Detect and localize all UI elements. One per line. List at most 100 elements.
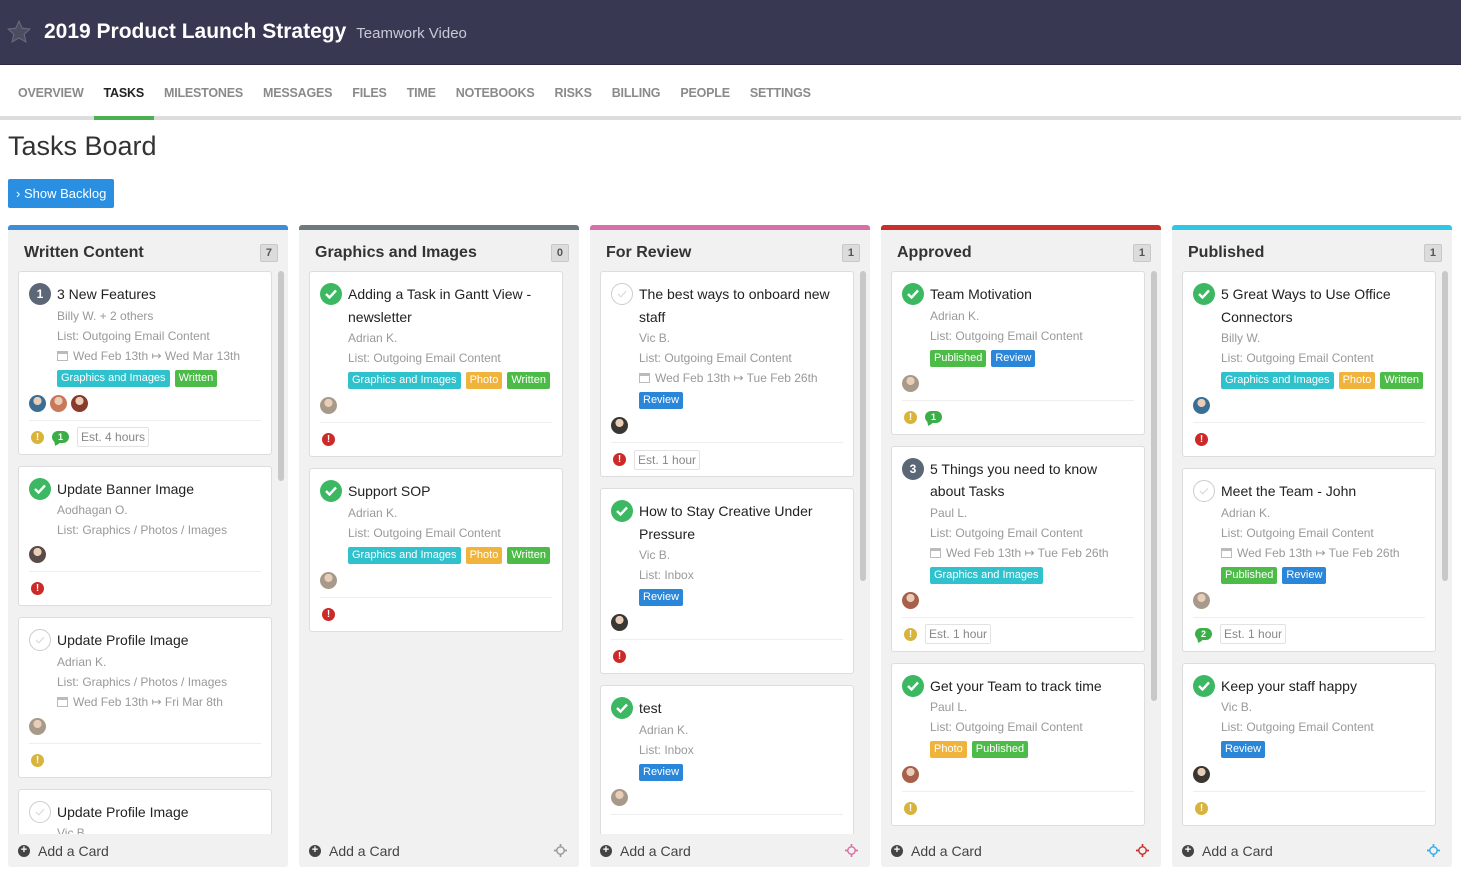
task-assignee[interactable]: Paul L. <box>930 503 1134 523</box>
column-scrollbar[interactable] <box>860 271 866 581</box>
avatar[interactable] <box>71 394 88 412</box>
tag-review[interactable]: Review <box>639 763 684 781</box>
tag-written[interactable]: Written <box>507 546 550 564</box>
company-name[interactable]: Teamwork Video <box>356 25 467 42</box>
task-title[interactable]: 3 New Features <box>57 283 261 306</box>
task-card[interactable]: test Adrian K. List: Inbox Review <box>600 685 854 834</box>
avatar[interactable] <box>611 417 628 434</box>
tag-written[interactable]: Written <box>1380 372 1423 389</box>
high-priority-icon[interactable]: ! <box>322 433 335 446</box>
drag-handle-icon[interactable] <box>554 844 567 857</box>
add-card-button[interactable]: Add a Card <box>38 843 109 859</box>
time-estimate[interactable]: Est. 1 hour <box>925 624 992 644</box>
task-card[interactable]: Adding a Task in Gantt View - newsletter… <box>309 271 563 457</box>
medium-priority-icon[interactable]: ! <box>904 410 917 424</box>
task-assignee[interactable]: Vic B. <box>1221 697 1425 717</box>
high-priority-icon[interactable]: ! <box>1195 433 1208 446</box>
task-complete-checkbox[interactable] <box>902 674 924 697</box>
task-title[interactable]: 5 Things you need to know about Tasks <box>930 458 1134 503</box>
task-title[interactable]: Get your Team to track time <box>930 675 1134 698</box>
task-assignee[interactable]: Vic B. <box>639 328 843 348</box>
tag-published[interactable]: Published <box>1221 566 1278 584</box>
column-scrollbar[interactable] <box>1151 271 1157 701</box>
task-checkbox[interactable] <box>29 629 51 651</box>
task-list-name[interactable]: List: Outgoing Email Content <box>930 523 1134 543</box>
task-assignee[interactable]: Adrian K. <box>639 720 843 740</box>
task-list-name[interactable]: List: Inbox <box>639 565 843 585</box>
avatar[interactable] <box>50 394 67 412</box>
task-list-name[interactable]: List: Outgoing Email Content <box>348 523 552 543</box>
tab-billing[interactable]: BILLING <box>602 86 671 116</box>
task-card[interactable]: Team Motivation Adrian K. List: Outgoing E… <box>891 271 1145 435</box>
tag-published[interactable]: Published <box>971 741 1029 758</box>
task-complete-checkbox[interactable] <box>1193 283 1215 305</box>
tag-graphics-and-images[interactable]: Graphics and Images <box>1221 372 1334 389</box>
avatar[interactable] <box>1193 591 1210 609</box>
tag-graphics-and-images[interactable]: Graphics and Images <box>348 372 461 389</box>
tag-review[interactable]: Review <box>1282 566 1327 584</box>
tag-photo[interactable]: Photo <box>465 546 503 564</box>
comment-icon[interactable]: 1 <box>925 411 942 423</box>
task-title[interactable]: How to Stay Creative Under Pressure <box>639 500 843 545</box>
task-list-name[interactable]: List: Graphics / Photos / Images <box>57 520 261 540</box>
tag-review[interactable]: Review <box>639 589 684 606</box>
task-card[interactable]: The best ways to onboard new staff Vic B.… <box>600 271 854 477</box>
time-estimate[interactable]: Est. 4 hours <box>77 427 150 447</box>
medium-priority-icon[interactable]: ! <box>904 802 917 815</box>
task-title[interactable]: Meet the Team - John <box>1221 480 1425 503</box>
task-card[interactable]: 5 Great Ways to Use Office Connectors Bil… <box>1182 271 1436 457</box>
task-card[interactable]: Keep your staff happy Vic B. List: Outgoin… <box>1182 662 1436 826</box>
task-complete-checkbox[interactable] <box>29 477 51 500</box>
column-scrollbar[interactable] <box>278 271 284 481</box>
task-checkbox[interactable] <box>1193 480 1215 502</box>
tag-review[interactable]: Review <box>1221 741 1266 758</box>
tag-written[interactable]: Written <box>174 369 218 387</box>
tag-written[interactable]: Written <box>507 372 550 389</box>
tag-review[interactable]: Review <box>991 349 1036 367</box>
high-priority-icon[interactable]: ! <box>613 453 626 466</box>
task-checkbox[interactable] <box>611 283 633 305</box>
task-list-name[interactable]: List: Outgoing Email Content <box>1221 717 1425 737</box>
show-backlog-button[interactable]: › Show Backlog <box>8 179 115 208</box>
avatar[interactable] <box>1193 766 1210 783</box>
tag-photo[interactable]: Photo <box>465 372 503 389</box>
task-assignee[interactable]: Paul L. <box>930 697 1134 717</box>
task-list-name[interactable]: List: Outgoing Email Content <box>1221 523 1425 543</box>
task-assignee[interactable]: Billy W. + 2 others <box>57 306 261 326</box>
plus-circle-icon[interactable]: + <box>1182 844 1194 857</box>
avatar[interactable] <box>611 788 628 806</box>
add-card-button[interactable]: Add a Card <box>329 843 400 859</box>
medium-priority-icon[interactable]: ! <box>31 430 44 444</box>
column-title[interactable]: Published <box>1188 244 1264 262</box>
plus-circle-icon[interactable]: + <box>18 844 30 857</box>
tab-overview[interactable]: OVERVIEW <box>8 86 94 116</box>
task-assignee[interactable]: Aodhagan O. <box>57 500 261 520</box>
comment-icon[interactable]: 1 <box>52 431 69 443</box>
task-title[interactable]: Team Motivation <box>930 283 1134 306</box>
task-list-name[interactable]: List: Outgoing Email Content <box>57 326 261 346</box>
task-title[interactable]: test <box>639 697 843 720</box>
tag-published[interactable]: Published <box>930 349 987 367</box>
task-card[interactable]: How to Stay Creative Under Pressure Vic B… <box>600 488 854 674</box>
task-list-name[interactable]: List: Graphics / Photos / Images <box>57 672 261 692</box>
avatar[interactable] <box>29 394 46 412</box>
task-title[interactable]: Adding a Task in Gantt View - newsletter <box>348 283 552 328</box>
task-title[interactable]: Update Profile Image <box>57 629 261 652</box>
tab-milestones[interactable]: MILESTONES <box>154 86 253 116</box>
avatar[interactable] <box>902 374 919 392</box>
task-list-name[interactable]: List: Outgoing Email Content <box>930 717 1134 737</box>
plus-circle-icon[interactable]: + <box>600 844 612 857</box>
tab-tasks[interactable]: TASKS <box>93 86 155 120</box>
high-priority-icon[interactable]: ! <box>31 582 44 595</box>
tag-photo[interactable]: Photo <box>930 741 967 758</box>
column-title[interactable]: Written Content <box>24 244 144 262</box>
tag-graphics-and-images[interactable]: Graphics and Images <box>930 566 1043 584</box>
tab-settings[interactable]: SETTINGS <box>740 86 821 116</box>
drag-handle-icon[interactable] <box>845 844 858 857</box>
tab-risks[interactable]: RISKS <box>545 86 602 116</box>
tag-graphics-and-images[interactable]: Graphics and Images <box>348 546 461 564</box>
task-title[interactable]: Update Banner Image <box>57 478 261 501</box>
tag-photo[interactable]: Photo <box>1338 372 1376 389</box>
task-card[interactable]: Meet the Team - John Adrian K. List: Outgo… <box>1182 468 1436 652</box>
task-assignee[interactable]: Adrian K. <box>57 652 261 672</box>
